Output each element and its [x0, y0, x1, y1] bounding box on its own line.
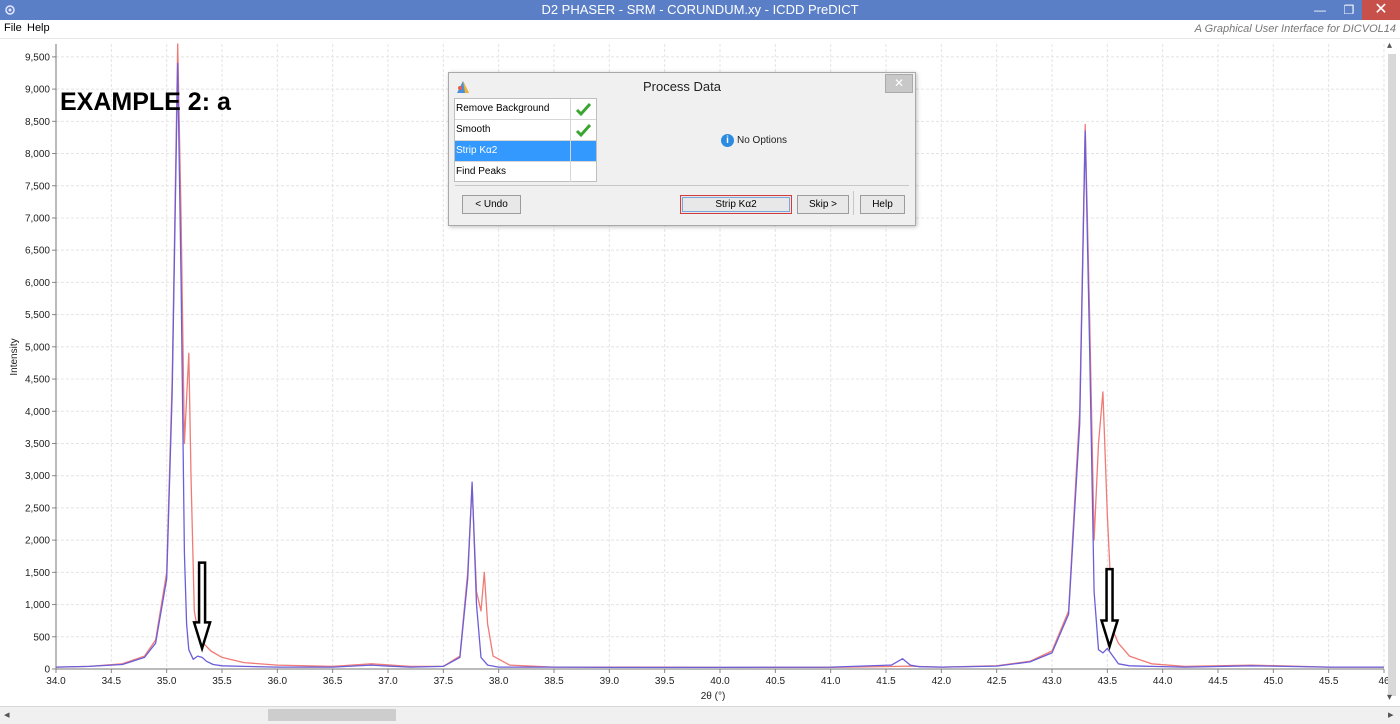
x-tick-label: 34.0	[46, 676, 66, 687]
step-strip-ka2[interactable]: Strip Kα2	[455, 141, 596, 162]
x-tick-label: 45.5	[1319, 676, 1339, 687]
y-tick-label: 3,500	[25, 439, 50, 450]
y-tick-label: 7,000	[25, 213, 50, 224]
y-tick-label: 1,500	[25, 568, 50, 579]
menu-help[interactable]: Help	[27, 22, 50, 34]
undo-button[interactable]: < Undo	[462, 195, 521, 214]
x-tick-label: 36.5	[323, 676, 343, 687]
x-tick-label: 40.5	[766, 676, 786, 687]
app-tagline: A Graphical User Interface for DICVOL14	[1194, 23, 1396, 35]
scroll-down-icon[interactable]: ▾	[1387, 692, 1392, 703]
y-tick-label: 6,500	[25, 246, 50, 257]
scroll-left-icon[interactable]: ◂	[4, 708, 10, 721]
example-label: EXAMPLE 2: a	[60, 88, 231, 116]
vertical-scroll-thumb[interactable]	[1388, 54, 1396, 696]
scroll-up-icon[interactable]: ▴	[1387, 40, 1392, 51]
x-tick-label: 34.5	[102, 676, 122, 687]
x-tick-label: 40.0	[710, 676, 730, 687]
x-tick-label: 44.5	[1208, 676, 1228, 687]
x-tick-label: 44.0	[1153, 676, 1173, 687]
step-label: Remove Background	[456, 103, 550, 114]
y-tick-label: 1,000	[25, 600, 50, 611]
y-tick-label: 7,500	[25, 181, 50, 192]
options-panel: i No Options	[721, 134, 787, 147]
checkmark-icon	[575, 123, 592, 138]
x-tick-label: 45.0	[1264, 676, 1284, 687]
x-tick-label: 36.0	[268, 676, 288, 687]
y-tick-label: 2,500	[25, 503, 50, 514]
dialog-separator	[455, 185, 909, 186]
button-separator	[853, 191, 854, 215]
step-remove-background[interactable]: Remove Background	[455, 99, 596, 120]
scroll-right-icon[interactable]: ▸	[1388, 708, 1394, 721]
step-label: Find Peaks	[456, 166, 507, 177]
x-axis-label: 2θ (°)	[701, 691, 726, 702]
y-tick-label: 8,500	[25, 117, 50, 128]
x-tick-label: 43.0	[1042, 676, 1062, 687]
options-text: No Options	[737, 135, 788, 147]
y-tick-label: 0	[44, 665, 50, 676]
help-button[interactable]: Help	[860, 195, 905, 214]
dialog-title: Process Data	[642, 79, 722, 94]
x-tick-label: 42.0	[932, 676, 952, 687]
step-check-cell	[570, 141, 596, 161]
close-button[interactable]: ✕	[1362, 0, 1400, 20]
y-tick-label: 8,000	[25, 149, 50, 160]
menu-bar: File Help A Graphical User Interface for…	[0, 20, 1400, 39]
strip-ka2-button[interactable]: Strip Kα2	[680, 195, 792, 214]
horizontal-scroll-thumb[interactable]	[268, 709, 396, 721]
vertical-scrollbar[interactable]: ▴ ▾	[1384, 40, 1400, 704]
x-tick-label: 37.0	[378, 676, 398, 687]
x-tick-label: 43.5	[1098, 676, 1118, 687]
step-check-cell	[570, 99, 596, 119]
maximize-button[interactable]: ❒	[1336, 0, 1362, 20]
x-tick-label: 39.5	[655, 676, 675, 687]
x-tick-label: 35.5	[212, 676, 232, 687]
x-tick-label: 38.5	[544, 676, 564, 687]
x-tick-label: 37.5	[434, 676, 454, 687]
x-tick-label: 38.0	[489, 676, 509, 687]
horizontal-scrollbar[interactable]: ◂ ▸	[0, 706, 1400, 724]
step-label: Smooth	[456, 124, 491, 135]
x-tick-label: 39.0	[600, 676, 620, 687]
process-steps-list: Remove Background Smooth Strip Kα2 Find …	[454, 98, 597, 182]
y-tick-label: 9,500	[25, 52, 50, 63]
y-axis-label: Intensity	[9, 338, 20, 375]
y-tick-label: 3,000	[25, 471, 50, 482]
step-label: Strip Kα2	[456, 145, 498, 156]
process-data-dialog: Process Data ✕ Remove Background Smooth …	[448, 72, 916, 226]
window-title: D2 PHASER - SRM - CORUNDUM.xy - ICDD Pre…	[541, 2, 859, 17]
step-check-cell	[570, 120, 596, 140]
dialog-close-button[interactable]: ✕	[885, 74, 913, 93]
info-icon: i	[721, 134, 734, 147]
checkmark-icon	[575, 102, 592, 117]
title-bar: D2 PHASER - SRM - CORUNDUM.xy - ICDD Pre…	[0, 0, 1400, 20]
menu-file[interactable]: File	[4, 22, 22, 34]
step-check-cell	[570, 162, 596, 182]
minimize-button[interactable]: —	[1305, 0, 1335, 20]
step-smooth[interactable]: Smooth	[455, 120, 596, 141]
x-tick-label: 35.0	[157, 676, 177, 687]
x-tick-label: 41.0	[821, 676, 841, 687]
y-tick-label: 4,000	[25, 407, 50, 418]
skip-button[interactable]: Skip >	[797, 195, 849, 214]
y-tick-label: 6,000	[25, 278, 50, 289]
x-tick-label: 41.5	[876, 676, 896, 687]
x-tick-label: 42.5	[987, 676, 1007, 687]
y-tick-label: 9,000	[25, 85, 50, 96]
y-tick-label: 4,500	[25, 375, 50, 386]
y-tick-label: 5,500	[25, 310, 50, 321]
y-tick-label: 2,000	[25, 536, 50, 547]
y-tick-label: 500	[33, 632, 50, 643]
step-find-peaks[interactable]: Find Peaks	[455, 162, 596, 182]
y-tick-label: 5,000	[25, 342, 50, 353]
